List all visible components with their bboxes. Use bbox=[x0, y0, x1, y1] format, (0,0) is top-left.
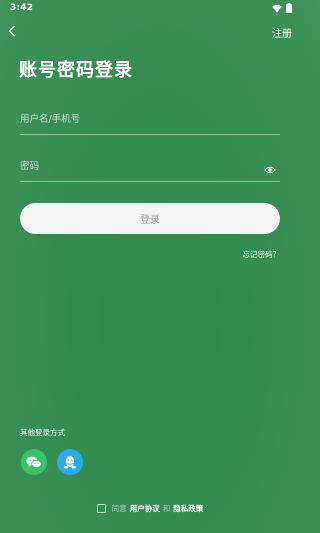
privacy-policy-link[interactable]: 隐私政策 bbox=[173, 503, 203, 514]
password-toggle[interactable] bbox=[264, 160, 276, 174]
login-button[interactable]: 登录 bbox=[20, 203, 280, 234]
agreement-prefix: 同意 bbox=[111, 504, 127, 513]
wifi-icon bbox=[272, 4, 282, 12]
other-login-label: 其他登录方式 bbox=[20, 428, 65, 437]
qq-login-button[interactable] bbox=[57, 449, 83, 475]
chevron-left-icon bbox=[8, 25, 15, 37]
agreement-checkbox[interactable] bbox=[96, 504, 106, 513]
status-time: 3:42 bbox=[10, 3, 34, 13]
wechat-icon bbox=[26, 456, 42, 468]
eye-icon bbox=[264, 166, 276, 174]
agreement-conjunction: 和 bbox=[162, 504, 171, 513]
agreement-row: 同意 用户协议 和 隐私政策 bbox=[0, 503, 300, 514]
qq-icon bbox=[64, 455, 76, 468]
back-button[interactable] bbox=[4, 22, 20, 40]
password-field-container bbox=[20, 155, 280, 182]
battery-icon bbox=[286, 3, 292, 13]
username-field-container bbox=[20, 108, 280, 135]
user-agreement-link[interactable]: 用户协议 bbox=[130, 503, 160, 514]
forgot-password-link[interactable]: 忘记密码？ bbox=[243, 249, 281, 260]
register-link[interactable]: 注册 bbox=[272, 25, 292, 40]
password-input[interactable] bbox=[20, 156, 250, 176]
status-icons bbox=[272, 3, 292, 13]
wechat-login-button[interactable] bbox=[21, 449, 47, 475]
username-input[interactable] bbox=[20, 109, 250, 129]
page-title: 账号密码登录 bbox=[19, 60, 133, 81]
